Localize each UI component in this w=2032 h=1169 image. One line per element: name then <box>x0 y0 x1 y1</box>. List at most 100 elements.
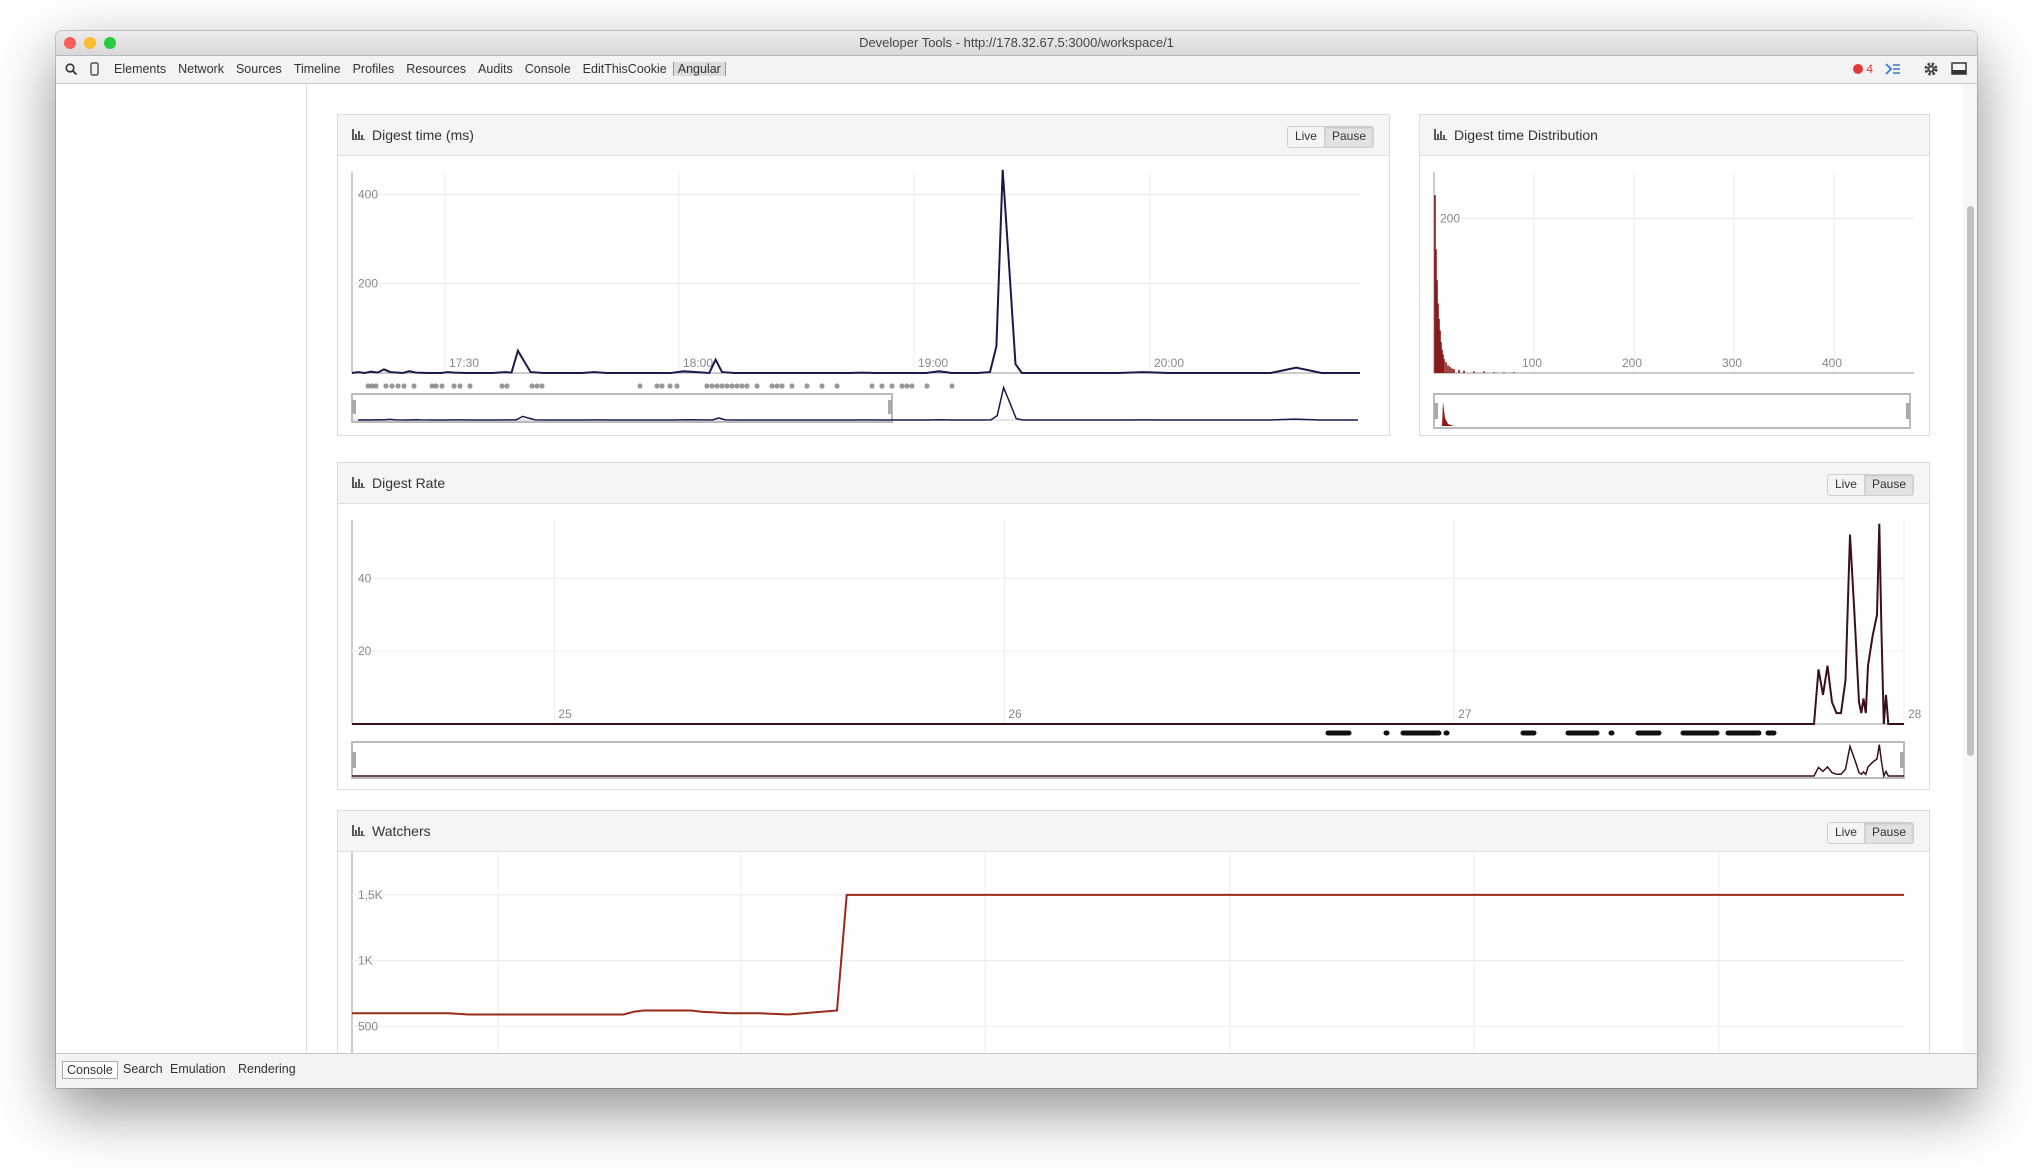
event-dot <box>734 383 740 389</box>
histogram-bar <box>1473 371 1475 373</box>
brush-selection <box>1433 393 1911 429</box>
histogram-bar <box>1483 371 1485 373</box>
pause-button[interactable]: Pause <box>1863 823 1913 843</box>
drawer-tabs: Console Search Emulation Rendering <box>56 1053 1977 1088</box>
live-button[interactable]: Live <box>1828 475 1864 495</box>
watchers-series-line <box>352 893 1904 1016</box>
x-tick-label: 25 <box>558 707 572 721</box>
error-count: 4 <box>1866 62 1873 76</box>
bar-chart-icon <box>1434 129 1447 140</box>
drawer-tab-console[interactable]: Console <box>62 1061 118 1079</box>
histogram-bar <box>1453 369 1455 373</box>
event-dot <box>904 383 910 389</box>
panel-header: Digest time (ms) Live Pause <box>338 115 1389 156</box>
y-tick-label: 20 <box>358 644 372 658</box>
event-dot <box>774 383 780 389</box>
histogram-bar <box>1493 372 1495 373</box>
x-tick-label: 17:30 <box>449 356 479 370</box>
event-dot <box>674 383 680 389</box>
tab-profiles[interactable]: Profiles <box>353 62 395 76</box>
tab-timeline[interactable]: Timeline <box>294 62 341 76</box>
event-dot <box>769 383 775 389</box>
x-tick-label: 19:00 <box>918 356 948 370</box>
y-tick-label: 1K <box>358 954 373 968</box>
bar-chart-icon <box>352 129 365 140</box>
event-dot <box>499 383 505 389</box>
x-tick-label: 200 <box>1622 356 1642 370</box>
event-dot <box>719 383 725 389</box>
error-counter[interactable]: 4 <box>1852 62 1873 76</box>
live-button[interactable]: Live <box>1828 823 1864 843</box>
digest-rate-chart[interactable]: 20 40 25 26 27 28 <box>338 504 1927 788</box>
digest-time-panel: Digest time (ms) Live Pause 200 400 17:30 1… <box>337 114 1390 436</box>
y-tick-label: 500 <box>358 1019 378 1033</box>
live-button[interactable]: Live <box>1288 127 1324 147</box>
histogram-bar <box>1445 362 1447 373</box>
x-tick-label: 100 <box>1522 356 1542 370</box>
histogram-bar <box>1449 366 1451 373</box>
brush-handle-left <box>352 400 356 414</box>
digest-distribution-panel: Digest time Distribution 200 100 200 300 400 <box>1419 114 1930 436</box>
event-dot <box>704 383 710 389</box>
panel-title: Digest time (ms) <box>372 127 474 143</box>
histogram-bar <box>1503 372 1505 373</box>
mini-series-line <box>352 743 1904 779</box>
drawer-tab-search[interactable]: Search <box>119 1061 167 1077</box>
histogram-bar <box>1513 372 1515 373</box>
tab-angular[interactable]: Angular <box>672 62 726 76</box>
devtools-toolbar: Elements Network Sources Timeline Profiles Re… <box>56 56 1977 84</box>
panel-header: Digest Rate Live Pause <box>338 463 1929 504</box>
tab-audits[interactable]: Audits <box>478 62 513 76</box>
histogram-bar <box>1463 370 1465 373</box>
y-tick-label: 40 <box>358 571 372 585</box>
gear-icon[interactable] <box>1923 61 1939 77</box>
event-dot <box>754 383 760 389</box>
tab-resources[interactable]: Resources <box>406 62 466 76</box>
event-dot <box>949 383 955 389</box>
brush-handle-right <box>1906 403 1910 419</box>
tab-console[interactable]: Console <box>525 62 571 76</box>
digest-rate-panel: Digest Rate Live Pause 20 40 25 26 27 28 <box>337 462 1930 790</box>
event-dot <box>879 383 885 389</box>
histogram-bar <box>1458 369 1460 373</box>
brush-selection <box>351 741 1905 779</box>
drawer-tab-rendering[interactable]: Rendering <box>234 1061 300 1077</box>
event-dot <box>411 383 417 389</box>
event-dot <box>869 383 875 389</box>
pause-button[interactable]: Pause <box>1863 475 1913 495</box>
event-dot <box>529 383 535 389</box>
event-dot <box>744 383 750 389</box>
brush-handle-left <box>1434 403 1438 419</box>
event-dot <box>433 383 439 389</box>
tab-sources[interactable]: Sources <box>236 62 282 76</box>
dock-side-icon[interactable] <box>1951 62 1967 75</box>
devtools-window: Developer Tools - http://178.32.67.5:300… <box>56 31 1977 1088</box>
angular-panel: Digest time (ms) Live Pause 200 400 17:30 1… <box>56 84 1977 1088</box>
live-pause-toggle: Live Pause <box>1286 126 1374 148</box>
title-bar: Developer Tools - http://178.32.67.5:300… <box>56 31 1977 56</box>
x-tick-label: 18:00 <box>683 356 713 370</box>
histogram-bar <box>1443 359 1445 373</box>
y-tick-label: 400 <box>358 187 378 201</box>
panel-header: Digest time Distribution <box>1420 115 1929 156</box>
event-dot <box>779 383 785 389</box>
event-dot <box>457 383 463 389</box>
device-mode-icon[interactable] <box>90 62 99 76</box>
bar-chart-icon <box>352 477 365 488</box>
tab-editthiscookie[interactable]: EditThisCookie <box>583 62 667 76</box>
digest-time-chart[interactable]: 200 400 17:30 18:00 19:00 20:00 <box>338 156 1387 434</box>
pause-button[interactable]: Pause <box>1323 127 1373 147</box>
brush-selection <box>351 393 893 423</box>
scrollbar-thumb[interactable] <box>1967 206 1974 756</box>
digest-distribution-chart[interactable]: 200 100 200 300 400 <box>1420 156 1927 434</box>
tab-elements[interactable]: Elements <box>114 62 166 76</box>
x-tick-label: 28 <box>1908 707 1922 721</box>
drawer-tab-emulation[interactable]: Emulation <box>166 1061 230 1077</box>
event-dot <box>819 383 825 389</box>
event-dot <box>395 383 401 389</box>
tab-network[interactable]: Network <box>178 62 224 76</box>
search-icon[interactable] <box>65 63 77 75</box>
error-icon <box>1852 64 1863 74</box>
vertical-scrollbar[interactable] <box>1963 84 1977 1053</box>
console-drawer-icon[interactable] <box>1885 62 1901 76</box>
